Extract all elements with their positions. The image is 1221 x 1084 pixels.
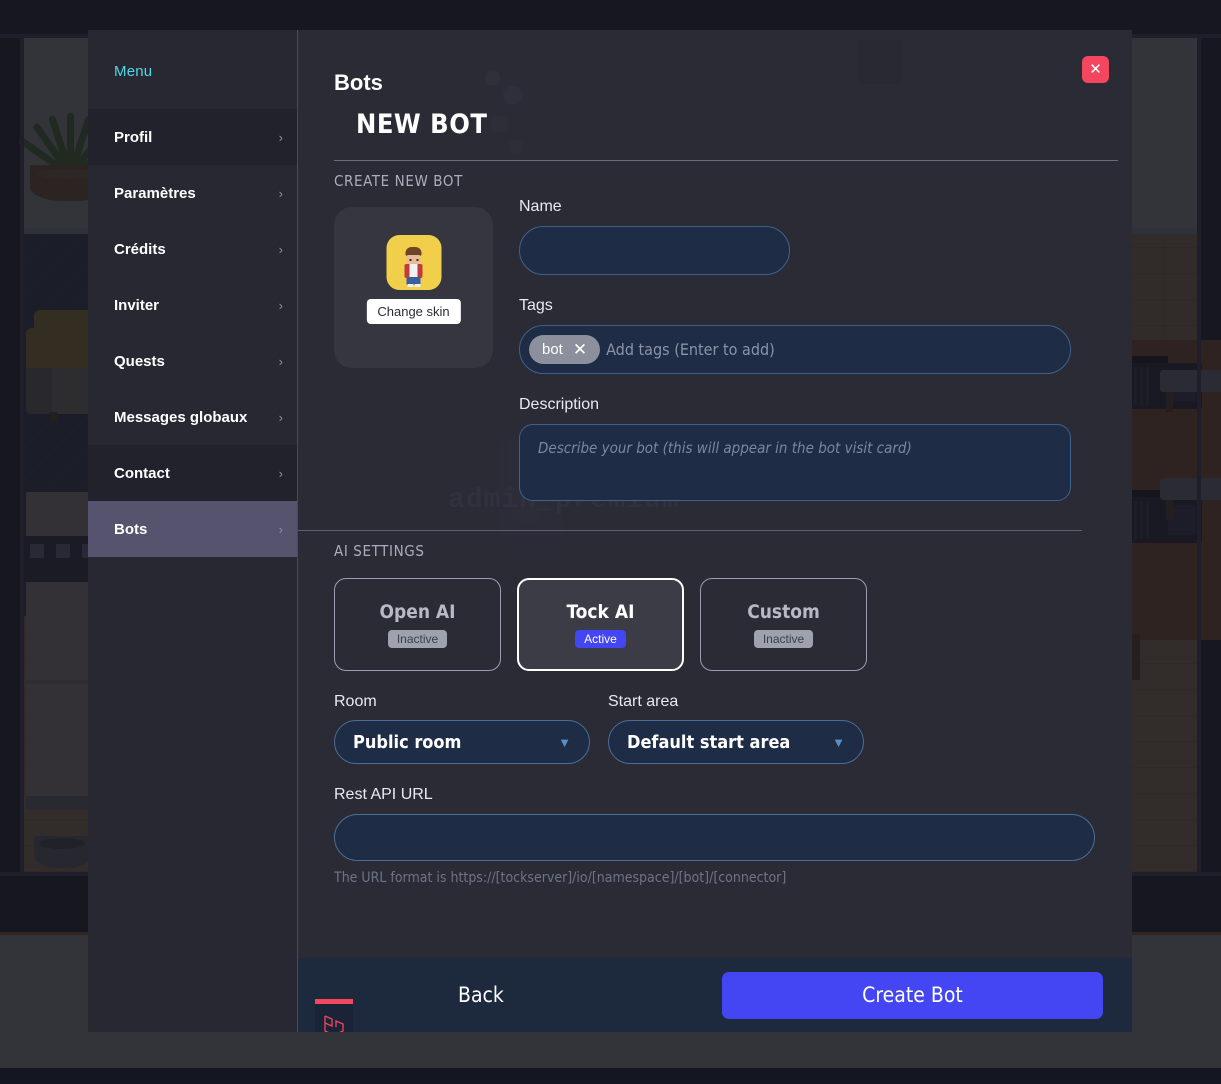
tags-input[interactable] bbox=[606, 340, 1061, 359]
ai-option-name: Custom bbox=[747, 601, 820, 623]
status-badge: Inactive bbox=[388, 630, 447, 648]
start-area-label: Start area bbox=[608, 693, 864, 711]
tags-label: Tags bbox=[519, 297, 1132, 315]
chevron-right-icon: › bbox=[279, 354, 283, 369]
modal-content: ✕ admin_premium Bots NEW BOT CREATE NEW … bbox=[297, 30, 1132, 1032]
section-label-ai-settings: AI SETTINGS bbox=[334, 542, 1132, 560]
chevron-right-icon: › bbox=[279, 466, 283, 481]
sidebar-item-inviter[interactable]: Inviter › bbox=[88, 277, 297, 333]
fields-column: Name Tags bot ✕ bbox=[519, 190, 1132, 506]
description-label: Description bbox=[519, 396, 1132, 414]
description-textarea[interactable] bbox=[519, 424, 1071, 501]
ai-option-open-ai[interactable]: Open AI Inactive bbox=[334, 578, 501, 671]
chevron-down-icon: ▼ bbox=[558, 735, 571, 750]
name-field-group: Name bbox=[519, 198, 1132, 275]
sidebar-item-credits[interactable]: Crédits › bbox=[88, 221, 297, 277]
sidebar-item-parametres[interactable]: Paramètres › bbox=[88, 165, 297, 221]
chevron-right-icon: › bbox=[279, 130, 283, 145]
menu-title: Menu bbox=[88, 30, 297, 80]
menu-list: Profil › Paramètres › Crédits › Inviter … bbox=[88, 109, 297, 557]
sidebar-item-contact[interactable]: Contact › bbox=[88, 445, 297, 501]
content-scroll-area[interactable]: admin_premium Bots NEW BOT CREATE NEW BO… bbox=[298, 30, 1132, 958]
sidebar-item-label: Inviter bbox=[114, 297, 159, 314]
room-label: Room bbox=[334, 693, 590, 711]
sidebar-item-bots[interactable]: Bots › bbox=[88, 501, 297, 557]
rest-api-hint: The URL format is https://[tockserver]/i… bbox=[334, 870, 1132, 886]
rest-api-label: Rest API URL bbox=[334, 786, 1132, 804]
room-area-row: Room Public room ▼ Start area Default st… bbox=[334, 693, 1132, 764]
modal-footer: Back Create Bot bbox=[298, 958, 1132, 1032]
tag-chip[interactable]: bot ✕ bbox=[529, 335, 600, 364]
sidebar-item-quests[interactable]: Quests › bbox=[88, 333, 297, 389]
bot-settings-modal: Menu Profil › Paramètres › Crédits › Inv… bbox=[88, 30, 1132, 1032]
identity-row: Change skin Name Tags bot bbox=[334, 190, 1132, 506]
chevron-right-icon: › bbox=[279, 410, 283, 425]
name-input[interactable] bbox=[519, 226, 790, 275]
create-bot-button[interactable]: Create Bot bbox=[722, 972, 1103, 1019]
rest-api-input[interactable] bbox=[334, 814, 1095, 861]
tag-chip-label: bot bbox=[542, 341, 563, 358]
chevron-down-icon: ▼ bbox=[832, 735, 845, 750]
chevron-right-icon: › bbox=[279, 522, 283, 537]
chevron-right-icon: › bbox=[279, 298, 283, 313]
page-title: NEW BOT bbox=[356, 109, 1132, 140]
tags-input-wrapper[interactable]: bot ✕ bbox=[519, 325, 1071, 374]
sidebar-item-label: Messages globaux bbox=[114, 409, 247, 426]
change-skin-button[interactable]: Change skin bbox=[366, 299, 460, 324]
tags-field-group: Tags bot ✕ bbox=[519, 297, 1132, 374]
sidebar-item-label: Contact bbox=[114, 465, 170, 482]
rest-api-field-group: Rest API URL The URL format is https://[… bbox=[334, 786, 1132, 886]
start-area-field-group: Start area Default start area ▼ bbox=[608, 693, 864, 764]
avatar-card: Change skin bbox=[334, 207, 493, 368]
close-icon[interactable]: ✕ bbox=[1082, 56, 1109, 83]
sidebar-item-messages-globaux[interactable]: Messages globaux › bbox=[88, 389, 297, 445]
start-area-select-value: Default start area bbox=[627, 732, 790, 753]
room-field-group: Room Public room ▼ bbox=[334, 693, 590, 764]
room-select-value: Public room bbox=[353, 732, 461, 753]
ai-settings-divider bbox=[298, 530, 1082, 531]
modal-body: Change skin Name Tags bot bbox=[298, 190, 1132, 886]
ai-provider-options: Open AI Inactive Tock AI Active Custom I… bbox=[334, 578, 1132, 671]
avatar[interactable] bbox=[386, 235, 441, 290]
menu-sidebar: Menu Profil › Paramètres › Crédits › Inv… bbox=[88, 30, 297, 1032]
chevron-right-icon: › bbox=[279, 186, 283, 201]
status-badge: Inactive bbox=[754, 630, 813, 648]
sidebar-item-label: Paramètres bbox=[114, 185, 196, 202]
start-area-select[interactable]: Default start area ▼ bbox=[608, 720, 864, 764]
ai-option-name: Tock AI bbox=[567, 601, 635, 623]
room-select[interactable]: Public room ▼ bbox=[334, 720, 590, 764]
description-field-group: Description bbox=[519, 396, 1132, 506]
breadcrumb: Bots bbox=[334, 70, 1132, 96]
close-icon[interactable]: ✕ bbox=[573, 341, 587, 358]
laravel-logo-icon[interactable] bbox=[315, 999, 353, 1032]
sidebar-item-profil[interactable]: Profil › bbox=[88, 109, 297, 165]
status-badge: Active bbox=[575, 630, 626, 648]
ai-option-tock-ai[interactable]: Tock AI Active bbox=[517, 578, 684, 671]
ai-option-name: Open AI bbox=[379, 601, 455, 623]
chevron-right-icon: › bbox=[279, 242, 283, 257]
sidebar-item-label: Crédits bbox=[114, 241, 166, 258]
sidebar-item-label: Bots bbox=[114, 521, 147, 538]
ai-option-custom[interactable]: Custom Inactive bbox=[700, 578, 867, 671]
sidebar-item-label: Quests bbox=[114, 353, 165, 370]
section-label-create-new-bot: CREATE NEW BOT bbox=[334, 172, 1132, 190]
header-divider bbox=[334, 160, 1118, 161]
sidebar-item-label: Profil bbox=[114, 129, 152, 146]
name-label: Name bbox=[519, 198, 1132, 216]
modal-header: Bots NEW BOT CREATE NEW BOT bbox=[298, 30, 1132, 190]
pixel-character-icon bbox=[401, 247, 427, 287]
back-button[interactable]: Back bbox=[458, 983, 504, 1007]
